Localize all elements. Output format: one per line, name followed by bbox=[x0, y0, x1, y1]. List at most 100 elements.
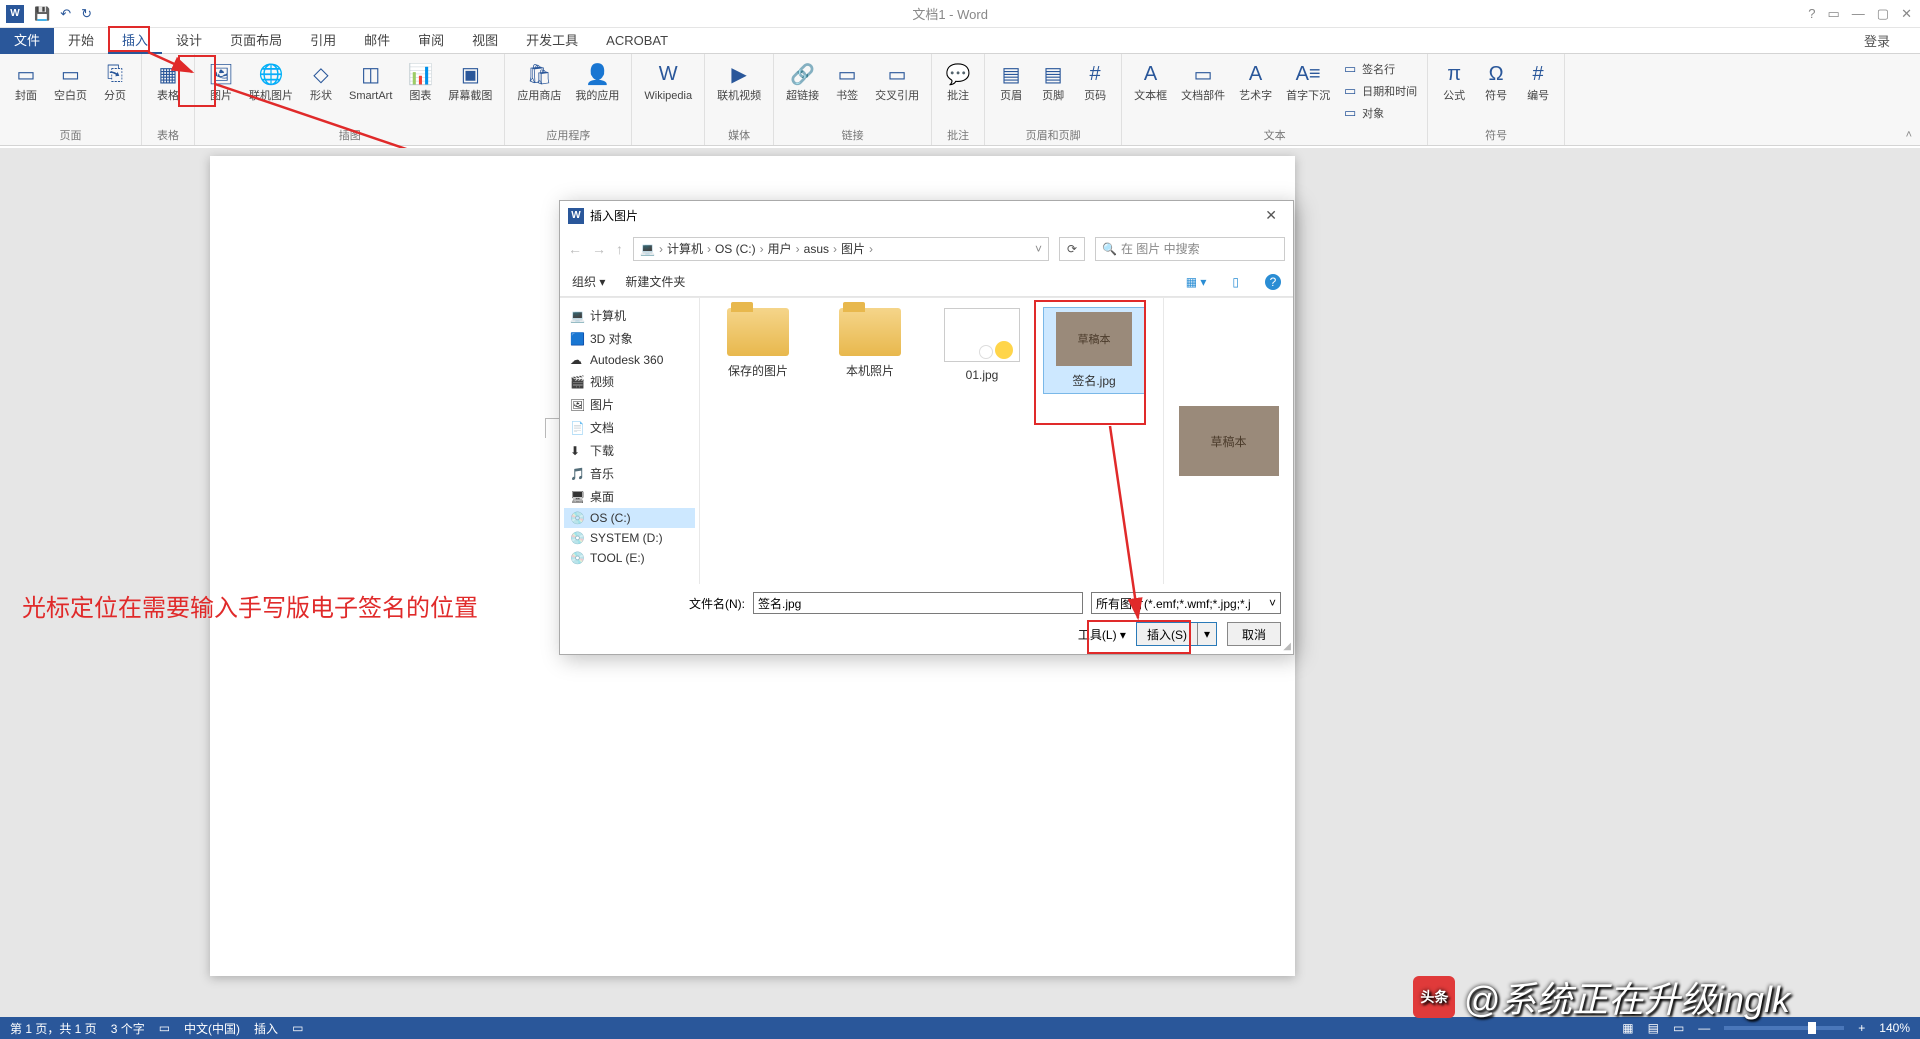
view-print-icon[interactable]: ▦ bbox=[1622, 1021, 1633, 1035]
ribbon-btn-2-3[interactable]: ◫SmartArt bbox=[343, 58, 398, 125]
tree-item-1[interactable]: 🟦3D 对象 bbox=[564, 327, 695, 350]
status-mode[interactable]: 插入 bbox=[254, 1020, 278, 1037]
tab-mail[interactable]: 邮件 bbox=[350, 28, 404, 54]
ribbon-btn-9-3[interactable]: A≡首字下沉 bbox=[1280, 58, 1336, 125]
tab-review[interactable]: 审阅 bbox=[404, 28, 458, 54]
filename-input[interactable] bbox=[753, 592, 1083, 614]
ribbon-btn-9-1[interactable]: ▭文档部件 bbox=[1175, 58, 1231, 125]
ribbon-btn-8-2[interactable]: #页码 bbox=[1075, 58, 1115, 125]
maximize-icon[interactable]: ▢ bbox=[1877, 6, 1889, 22]
ribbon-btn-6-0[interactable]: 🔗超链接 bbox=[780, 58, 825, 125]
zoom-slider[interactable] bbox=[1724, 1026, 1844, 1030]
preview-pane-icon[interactable]: ▯ bbox=[1232, 275, 1239, 289]
new-folder-button[interactable]: 新建文件夹 bbox=[625, 273, 685, 290]
ribbon-btn-0-2[interactable]: ⎘分页 bbox=[95, 58, 135, 125]
breadcrumb[interactable]: 💻 ›计算机 ›OS (C:) ›用户 ›asus ›图片 › ˅ bbox=[633, 237, 1049, 261]
zoom-out-icon[interactable]: — bbox=[1698, 1021, 1710, 1035]
bc-0[interactable]: 计算机 bbox=[667, 240, 703, 257]
folder-tree[interactable]: 💻计算机🟦3D 对象☁Autodesk 360🎬视频🖼图片📄文档⬇下载🎵音乐🖥桌… bbox=[560, 298, 700, 584]
ribbon-btn-9-2[interactable]: A艺术字 bbox=[1233, 58, 1278, 125]
resize-grip[interactable]: ◢ bbox=[1283, 641, 1291, 652]
tree-item-0[interactable]: 💻计算机 bbox=[564, 304, 695, 327]
tree-item-8[interactable]: 🖥桌面 bbox=[564, 485, 695, 508]
tree-item-5[interactable]: 📄文档 bbox=[564, 416, 695, 439]
ribbon-btn-10-2[interactable]: #编号 bbox=[1518, 58, 1558, 125]
minimize-icon[interactable]: — bbox=[1852, 6, 1865, 22]
ribbon-btn-9-0[interactable]: A文本框 bbox=[1128, 58, 1173, 125]
status-page[interactable]: 第 1 页，共 1 页 bbox=[10, 1020, 97, 1037]
status-track-icon[interactable]: ▭ bbox=[292, 1021, 303, 1035]
ribbon-side-9-1[interactable]: ▭日期和时间 bbox=[1338, 80, 1421, 102]
tree-item-2[interactable]: ☁Autodesk 360 bbox=[564, 350, 695, 370]
tab-acrobat[interactable]: ACROBAT bbox=[592, 28, 682, 54]
nav-forward-icon[interactable]: → bbox=[592, 241, 606, 257]
tree-item-11[interactable]: 💿TOOL (E:) bbox=[564, 548, 695, 568]
zoom-level[interactable]: 140% bbox=[1879, 1021, 1910, 1035]
file-item-1[interactable]: 本机照片 bbox=[820, 308, 920, 393]
ribbon-btn-3-1[interactable]: 👤我的应用 bbox=[569, 58, 625, 125]
file-item-0[interactable]: 保存的图片 bbox=[708, 308, 808, 393]
tab-file[interactable]: 文件 bbox=[0, 28, 54, 54]
search-input[interactable]: 🔍在 图片 中搜索 bbox=[1095, 237, 1285, 261]
ribbon-btn-6-2[interactable]: ▭交叉引用 bbox=[869, 58, 925, 125]
tools-menu[interactable]: 工具(L) ▾ bbox=[1078, 626, 1126, 643]
ribbon-btn-3-0[interactable]: 🛍应用商店 bbox=[511, 58, 567, 125]
ribbon-btn-2-0[interactable]: 🖼图片 bbox=[201, 58, 241, 125]
ribbon-btn-1-0[interactable]: ▦表格 bbox=[148, 58, 188, 125]
save-icon[interactable]: 💾 bbox=[34, 6, 50, 22]
ribbon-btn-2-2[interactable]: ◇形状 bbox=[301, 58, 341, 125]
ribbon-btn-10-1[interactable]: Ω符号 bbox=[1476, 58, 1516, 125]
view-options-icon[interactable]: ▦ ▾ bbox=[1186, 275, 1207, 289]
tab-view[interactable]: 视图 bbox=[458, 28, 512, 54]
help-icon-dialog[interactable]: ? bbox=[1265, 274, 1281, 290]
ribbon-btn-2-4[interactable]: 📊图表 bbox=[400, 58, 440, 125]
ribbon-side-9-0[interactable]: ▭签名行 bbox=[1338, 58, 1421, 80]
ribbon-btn-10-0[interactable]: π公式 bbox=[1434, 58, 1474, 125]
tab-developer[interactable]: 开发工具 bbox=[512, 28, 592, 54]
view-web-icon[interactable]: ▭ bbox=[1673, 1021, 1684, 1035]
file-item-2[interactable]: 01.jpg bbox=[932, 308, 1032, 393]
tab-references[interactable]: 引用 bbox=[296, 28, 350, 54]
file-item-3[interactable]: 草稿本签名.jpg bbox=[1044, 308, 1144, 393]
ribbon-options-icon[interactable]: ▭ bbox=[1828, 6, 1840, 22]
tree-item-6[interactable]: ⬇下载 bbox=[564, 439, 695, 462]
ribbon-btn-4-0[interactable]: WWikipedia bbox=[638, 58, 698, 141]
tree-item-7[interactable]: 🎵音乐 bbox=[564, 462, 695, 485]
ribbon-btn-2-5[interactable]: ▣屏幕截图 bbox=[442, 58, 498, 125]
ribbon-side-9-2[interactable]: ▭对象 bbox=[1338, 102, 1421, 124]
close-icon[interactable]: ✕ bbox=[1901, 6, 1912, 22]
bc-3[interactable]: asus bbox=[804, 242, 829, 256]
tab-layout[interactable]: 页面布局 bbox=[216, 28, 296, 54]
bc-2[interactable]: 用户 bbox=[768, 240, 792, 257]
ribbon-btn-8-0[interactable]: ▤页眉 bbox=[991, 58, 1031, 125]
file-filter[interactable]: 所有图片(*.emf;*.wmf;*.jpg;*.j˅ bbox=[1091, 592, 1281, 614]
undo-icon[interactable]: ↶ bbox=[60, 6, 71, 22]
collapse-ribbon-icon[interactable]: ˄ bbox=[1906, 129, 1912, 141]
status-words[interactable]: 3 个字 bbox=[111, 1020, 145, 1037]
status-proof-icon[interactable]: ▭ bbox=[159, 1021, 170, 1035]
bc-4[interactable]: 图片 bbox=[841, 240, 865, 257]
ribbon-btn-6-1[interactable]: ▭书签 bbox=[827, 58, 867, 125]
tree-item-4[interactable]: 🖼图片 bbox=[564, 393, 695, 416]
nav-up-icon[interactable]: ↑ bbox=[616, 241, 623, 257]
status-language[interactable]: 中文(中国) bbox=[184, 1020, 240, 1037]
tab-insert[interactable]: 插入 bbox=[108, 28, 162, 54]
insert-button[interactable]: 插入(S)▾ bbox=[1136, 622, 1217, 646]
help-icon[interactable]: ? bbox=[1808, 6, 1815, 22]
ribbon-btn-5-0[interactable]: ▶联机视频 bbox=[711, 58, 767, 125]
tree-item-9[interactable]: 💿OS (C:) bbox=[564, 508, 695, 528]
redo-icon[interactable]: ↻ bbox=[81, 6, 92, 22]
tree-item-10[interactable]: 💿SYSTEM (D:) bbox=[564, 528, 695, 548]
zoom-in-icon[interactable]: + bbox=[1858, 1021, 1865, 1035]
file-list[interactable]: 保存的图片本机照片01.jpg草稿本签名.jpg bbox=[700, 298, 1163, 584]
ribbon-btn-0-0[interactable]: ▭封面 bbox=[6, 58, 46, 125]
tree-item-3[interactable]: 🎬视频 bbox=[564, 370, 695, 393]
organize-button[interactable]: 组织 ▾ bbox=[572, 273, 605, 290]
tab-design[interactable]: 设计 bbox=[162, 28, 216, 54]
view-read-icon[interactable]: ▤ bbox=[1648, 1021, 1659, 1035]
nav-back-icon[interactable]: ← bbox=[568, 241, 582, 257]
refresh-button[interactable]: ⟳ bbox=[1059, 237, 1085, 261]
ribbon-btn-0-1[interactable]: ▭空白页 bbox=[48, 58, 93, 125]
tab-home[interactable]: 开始 bbox=[54, 28, 108, 54]
ribbon-btn-8-1[interactable]: ▤页脚 bbox=[1033, 58, 1073, 125]
